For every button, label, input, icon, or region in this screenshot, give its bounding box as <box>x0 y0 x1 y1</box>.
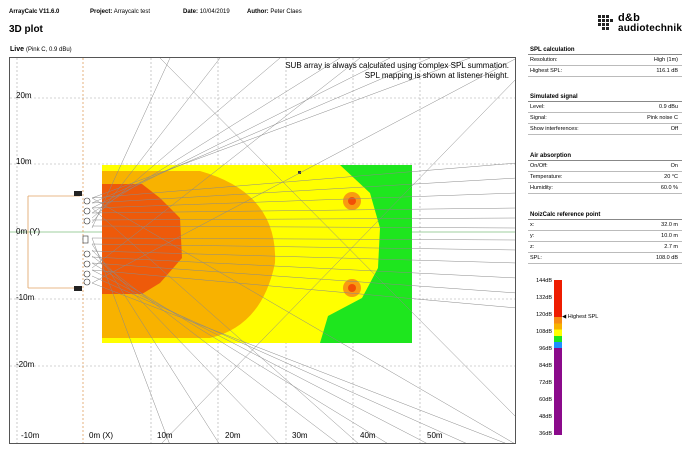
panel-row: Resolution: High (1m) <box>528 55 682 66</box>
arrow-left-icon: ◀ <box>562 314 567 320</box>
panel-row: On/Off: On <box>528 161 682 172</box>
scale-label: 132dB <box>536 295 552 301</box>
scale-label: 60dB <box>539 397 552 403</box>
scale-label: 108dB <box>536 329 552 335</box>
spl-map-canvas[interactable] <box>10 58 516 444</box>
app-version: ArrayCalc V11.6.0 <box>9 9 60 15</box>
y-tick-label: 10m <box>16 157 32 166</box>
db-logo: d&b audiotechnik <box>598 12 682 36</box>
scale-label: 36dB <box>539 431 552 437</box>
panel-row: x: 32.0 m <box>528 220 682 231</box>
panel-row: z: 2.7 m <box>528 242 682 253</box>
live-label: Live (Pink C, 0.9 dBu) <box>10 46 72 53</box>
scale-label: 144dB <box>536 278 552 284</box>
author-field: Author: Peter Claes <box>247 9 302 15</box>
scale-label: 72dB <box>539 380 552 386</box>
simulated-signal-panel: Simulated signal Level: 0.9 dBu Signal: Pi… <box>528 92 682 135</box>
panel-row: Level: 0.9 dBu <box>528 102 682 113</box>
panel-row: Signal: Pink noise C <box>528 113 682 124</box>
panel-row: Humidity: 60.0 % <box>528 183 682 194</box>
spl-color-bar <box>554 280 562 435</box>
report-header: ArrayCalc V11.6.0 Project: Arraycalc tes… <box>0 0 692 44</box>
scale-label: 120dB <box>536 312 552 318</box>
air-absorption-panel: Air absorption On/Off: On Temperature: 20 … <box>528 151 682 194</box>
x-tick-label: 0m (X) <box>89 431 113 440</box>
scale-label: 48dB <box>539 414 552 420</box>
panel-title: SPL calculation <box>528 45 682 55</box>
x-tick-label: 40m <box>360 431 376 440</box>
panel-row: SPL: 108.0 dB <box>528 253 682 264</box>
logo-text-audiotechnik: audiotechnik <box>618 23 683 34</box>
panel-title: Air absorption <box>528 151 682 161</box>
x-tick-label: 50m <box>427 431 443 440</box>
panel-title: NoizCalc reference point <box>528 210 682 220</box>
plot-note: SUB array is always calculated using com… <box>285 61 509 80</box>
highest-spl-marker: ◀ Highest SPL <box>562 314 599 320</box>
panel-row: Highest SPL: 116.1 dB <box>528 66 682 77</box>
date-field: Date: 10/04/2019 <box>183 9 230 15</box>
y-tick-label: 20m <box>16 91 32 100</box>
y-tick-label: 0m (Y) <box>16 227 40 236</box>
panel-row: Show interferences: Off <box>528 124 682 135</box>
spl-calculation-panel: SPL calculation Resolution: High (1m) Hig… <box>528 45 682 77</box>
x-tick-label: 10m <box>157 431 173 440</box>
loudspeaker-cabinets <box>74 191 91 291</box>
panel-row: Temperature: 20 °C <box>528 172 682 183</box>
page-title: 3D plot <box>9 24 43 35</box>
spl-coverage-area <box>102 165 412 343</box>
spl-map-plot[interactable]: SUB array is always calculated using com… <box>9 57 516 444</box>
scale-label: 96dB <box>539 346 552 352</box>
panel-title: Simulated signal <box>528 92 682 102</box>
loudspeaker-array <box>27 195 80 289</box>
x-tick-label: 20m <box>225 431 241 440</box>
spl-color-scale: 144dB 132dB 120dB 108dB 96dB 84dB 72dB 6… <box>528 278 682 438</box>
noizcalc-reference-panel: NoizCalc reference point x: 32.0 m y: 10.0… <box>528 210 682 264</box>
y-tick-label: -10m <box>16 293 35 302</box>
project-field: Project: Arraycalc test <box>90 9 151 15</box>
x-tick-label: 30m <box>292 431 308 440</box>
x-tick-label: -10m <box>21 431 40 440</box>
scale-label: 84dB <box>539 363 552 369</box>
y-tick-label: -20m <box>16 360 35 369</box>
panel-row: y: 10.0 m <box>528 231 682 242</box>
db-logo-mark-icon <box>598 15 613 30</box>
